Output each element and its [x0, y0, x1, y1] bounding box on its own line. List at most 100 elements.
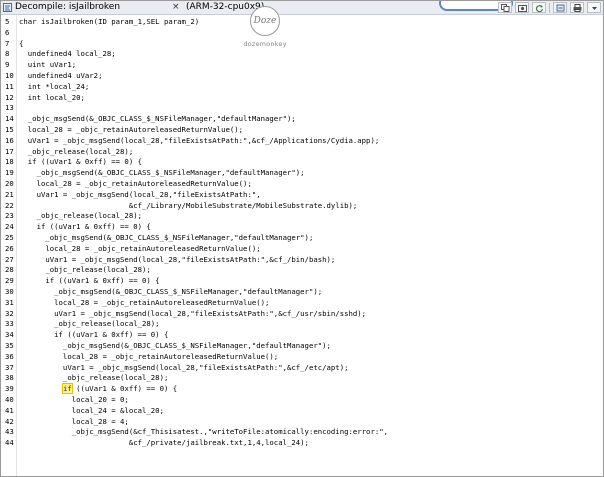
- code-text[interactable]: _objc_release(local_28);: [19, 373, 168, 384]
- code-text[interactable]: local_28 = _objc_retainAutoreleasedRetur…: [19, 298, 269, 309]
- code-line[interactable]: 42 local_28 = 4;: [1, 417, 603, 428]
- code-line[interactable]: 30 _objc_msgSend(&_OBJC_CLASS_$_NSFileMa…: [1, 287, 603, 298]
- line-number: 9: [5, 60, 10, 70]
- code-line[interactable]: 44 &cf_/private/jailbreak.txt,1,4,local_…: [1, 438, 603, 449]
- code-text[interactable]: local_28 = _objc_retainAutoreleasedRetur…: [19, 179, 252, 190]
- code-text[interactable]: {: [19, 39, 23, 50]
- line-number: 26: [5, 243, 14, 253]
- code-text[interactable]: undefined4 local_28;: [19, 49, 116, 60]
- code-text[interactable]: _objc_release(local_28);: [19, 147, 133, 158]
- code-text[interactable]: _objc_release(local_28);: [19, 211, 142, 222]
- code-text[interactable]: if ((uVar1 & 0xff) == 0) {: [19, 383, 177, 395]
- code-text[interactable]: _objc_msgSend(&_OBJC_CLASS_$_NSFileManag…: [19, 341, 331, 352]
- copy-button[interactable]: [498, 2, 512, 13]
- highlighted-keyword[interactable]: if: [61, 383, 73, 395]
- code-line[interactable]: 12 int local_20;: [1, 93, 603, 104]
- code-text[interactable]: uVar1 = _objc_msgSend(local_28,"fileExis…: [19, 255, 335, 266]
- code-line[interactable]: 39 if ((uVar1 & 0xff) == 0) {: [1, 383, 603, 395]
- code-text[interactable]: local_28 = 4;: [19, 417, 129, 428]
- code-text[interactable]: uVar1 = _objc_msgSend(local_28,"fileExis…: [19, 363, 349, 374]
- code-line[interactable]: 18 if ((uVar1 & 0xff) == 0) {: [1, 157, 603, 168]
- window-title: Decompile: isJailbroken: [15, 2, 121, 12]
- code-line[interactable]: 26 local_28 = _objc_retainAutoreleasedRe…: [1, 244, 603, 255]
- code-text[interactable]: _objc_msgSend(&_OBJC_CLASS_$_NSFileManag…: [19, 233, 313, 244]
- code-line[interactable]: 23 _objc_release(local_28);: [1, 211, 603, 222]
- code-line[interactable]: 9 uint uVar1;: [1, 60, 603, 71]
- export-button[interactable]: [553, 2, 567, 13]
- code-line[interactable]: 31 local_28 = _objc_retainAutoreleasedRe…: [1, 298, 603, 309]
- code-line[interactable]: 22 &cf_/Library/MobileSubstrate/MobileSu…: [1, 201, 603, 212]
- print-button[interactable]: [570, 2, 584, 13]
- code-text[interactable]: local_28 = _objc_retainAutoreleasedRetur…: [19, 125, 243, 136]
- line-number: 12: [5, 92, 14, 102]
- code-line[interactable]: 29 if ((uVar1 & 0xff) == 0) {: [1, 276, 603, 287]
- code-text[interactable]: &cf_/Library/MobileSubstrate/MobileSubst…: [19, 201, 357, 212]
- code-text[interactable]: _objc_msgSend(&_OBJC_CLASS_$_NSFileManag…: [19, 114, 296, 125]
- code-line[interactable]: 6: [1, 28, 603, 39]
- code-text[interactable]: _objc_msgSend(&_OBJC_CLASS_$_NSFileManag…: [19, 168, 305, 179]
- code-line[interactable]: 33 _objc_release(local_28);: [1, 319, 603, 330]
- code-line[interactable]: 11 int *local_24;: [1, 82, 603, 93]
- code-text[interactable]: uVar1 = _objc_msgSend(local_28,"fileExis…: [19, 190, 261, 201]
- code-text[interactable]: if ((uVar1 & 0xff) == 0) {: [19, 157, 142, 168]
- line-number: 10: [5, 71, 14, 80]
- code-line[interactable]: 40 local_20 = 0;: [1, 395, 603, 406]
- code-text[interactable]: _objc_release(local_28);: [19, 265, 150, 276]
- code-text[interactable]: if ((uVar1 & 0xff) == 0) {: [19, 276, 159, 287]
- decompiler-code-view[interactable]: 5 char isJailbroken(ID param_1,SEL param_…: [1, 15, 603, 476]
- code-text[interactable]: _objc_msgSend(&_OBJC_CLASS_$_NSFileManag…: [19, 287, 322, 298]
- code-line[interactable]: 15 local_28 = _objc_retainAutoreleasedRe…: [1, 125, 603, 136]
- code-text[interactable]: if ((uVar1 & 0xff) == 0) {: [19, 330, 168, 341]
- code-text[interactable]: local_28 = _objc_retainAutoreleasedRetur…: [19, 352, 278, 363]
- code-line[interactable]: 20 local_28 = _objc_retainAutoreleasedRe…: [1, 179, 603, 190]
- code-text[interactable]: if ((uVar1 & 0xff) == 0) {: [19, 222, 151, 233]
- code-line[interactable]: 43 _objc_msgSend(&cf_Thisisatest.,"write…: [1, 427, 603, 438]
- code-line[interactable]: 25 _objc_msgSend(&_OBJC_CLASS_$_NSFileMa…: [1, 233, 603, 244]
- code-text[interactable]: int *local_24;: [19, 82, 90, 93]
- code-line[interactable]: 8 undefined4 local_28;: [1, 49, 603, 60]
- code-line[interactable]: 7{: [1, 39, 603, 50]
- code-line[interactable]: 21 uVar1 = _objc_msgSend(local_28,"fileE…: [1, 190, 603, 201]
- line-number: 43: [5, 427, 14, 437]
- copy-icon: [500, 3, 509, 12]
- code-text[interactable]: int local_20;: [19, 93, 85, 104]
- code-line[interactable]: 24 if ((uVar1 & 0xff) == 0) {: [1, 222, 603, 233]
- close-tab-button[interactable]: ×: [172, 1, 180, 14]
- toolbar: [498, 1, 601, 14]
- code-line[interactable]: 38 _objc_release(local_28);: [1, 373, 603, 384]
- refresh-button[interactable]: [532, 2, 546, 13]
- code-line[interactable]: 13: [1, 103, 603, 114]
- code-text[interactable]: uint uVar1;: [19, 60, 76, 71]
- code-text[interactable]: local_28 = _objc_retainAutoreleasedRetur…: [19, 244, 260, 255]
- menu-button[interactable]: [587, 2, 601, 13]
- line-number: 24: [5, 222, 14, 232]
- code-text[interactable]: local_24 = &local_20;: [19, 406, 164, 417]
- code-text[interactable]: uVar1 = _objc_msgSend(local_28,"fileExis…: [19, 309, 366, 320]
- snapshot-button[interactable]: [515, 2, 529, 13]
- code-text[interactable]: undefined4 uVar2;: [19, 71, 103, 82]
- title-bar: Decompile: isJailbroken × (ARM-32-cpu0x9…: [1, 1, 603, 15]
- code-line[interactable]: 19 _objc_msgSend(&_OBJC_CLASS_$_NSFileMa…: [1, 168, 603, 179]
- code-line[interactable]: 41 local_24 = &local_20;: [1, 406, 603, 417]
- code-text[interactable]: local_20 = 0;: [19, 395, 129, 406]
- code-text[interactable]: &cf_/private/jailbreak.txt,1,4,local_24)…: [19, 438, 309, 449]
- code-text[interactable]: uVar1 = _objc_msgSend(local_28,"fileExis…: [19, 136, 379, 147]
- code-line[interactable]: 17 _objc_release(local_28);: [1, 147, 603, 158]
- code-text[interactable]: _objc_msgSend(&cf_Thisisatest.,"writeToF…: [19, 427, 388, 438]
- line-number: 11: [5, 81, 14, 91]
- line-number: 31: [5, 297, 14, 307]
- code-line[interactable]: 14 _objc_msgSend(&_OBJC_CLASS_$_NSFileMa…: [1, 114, 603, 125]
- code-line[interactable]: 37 uVar1 = _objc_msgSend(local_28,"fileE…: [1, 363, 603, 374]
- code-line[interactable]: 5 char isJailbroken(ID param_1,SEL param_…: [1, 17, 603, 28]
- code-line[interactable]: 32 uVar1 = _objc_msgSend(local_28,"fileE…: [1, 309, 603, 320]
- code-text[interactable]: char isJailbroken(ID param_1,SEL param_2…: [19, 17, 199, 28]
- code-line[interactable]: 35 _objc_msgSend(&_OBJC_CLASS_$_NSFileMa…: [1, 341, 603, 352]
- code-line[interactable]: 36 local_28 = _objc_retainAutoreleasedRe…: [1, 352, 603, 363]
- code-line[interactable]: 10 undefined4 uVar2;: [1, 71, 603, 82]
- code-line[interactable]: 16 uVar1 = _objc_msgSend(local_28,"fileE…: [1, 136, 603, 147]
- code-line[interactable]: 34 if ((uVar1 & 0xff) == 0) {: [1, 330, 603, 341]
- code-line[interactable]: 28 _objc_release(local_28);: [1, 265, 603, 276]
- code-line[interactable]: 27 uVar1 = _objc_msgSend(local_28,"fileE…: [1, 255, 603, 266]
- line-number: 5: [5, 17, 10, 26]
- code-text[interactable]: _objc_release(local_28);: [19, 319, 159, 330]
